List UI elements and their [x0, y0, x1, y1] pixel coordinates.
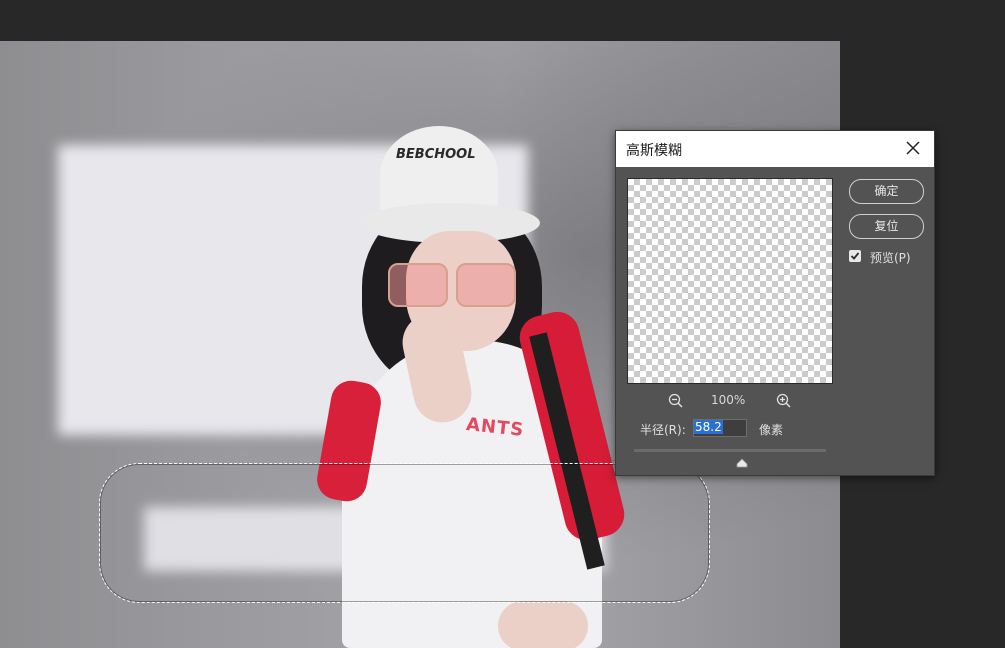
checkmark-icon — [850, 252, 860, 260]
radius-value-selected: 58.2 — [694, 420, 723, 434]
preview-zoom-controls: 100% — [627, 391, 831, 411]
zoom-in-icon[interactable] — [775, 392, 793, 410]
close-icon[interactable] — [902, 137, 924, 159]
radius-input[interactable]: 58.2 — [693, 419, 747, 437]
blur-preview-pane[interactable] — [627, 178, 833, 384]
zoom-level-text: 100% — [711, 393, 746, 407]
dialog-titlebar[interactable]: 高斯模糊 — [616, 131, 934, 167]
reset-button[interactable]: 复位 — [849, 214, 924, 239]
dialog-title: 高斯模糊 — [626, 143, 682, 159]
hand-on-hip — [498, 601, 588, 648]
zoom-out-icon[interactable] — [667, 392, 685, 410]
preview-label: 预览(P) — [870, 251, 911, 265]
glasses-lens-right — [456, 263, 516, 307]
hat-logo-text: BEBCHOOL — [396, 147, 476, 162]
gaussian-blur-dialog: 高斯模糊 100% 确定 复位 预览(P) 半径(R): 58.2 像素 — [615, 130, 935, 476]
pink-glasses — [388, 263, 518, 309]
radius-label: 半径(R): — [640, 423, 686, 437]
ok-button[interactable]: 确定 — [849, 179, 924, 204]
preview-checkbox[interactable] — [849, 250, 861, 262]
radius-slider-track[interactable] — [634, 449, 826, 452]
slider-thumb-icon[interactable] — [736, 453, 748, 468]
unit-label: 像素 — [759, 423, 784, 437]
selection-marquee[interactable] — [99, 463, 710, 603]
glasses-lens-left — [388, 263, 448, 307]
